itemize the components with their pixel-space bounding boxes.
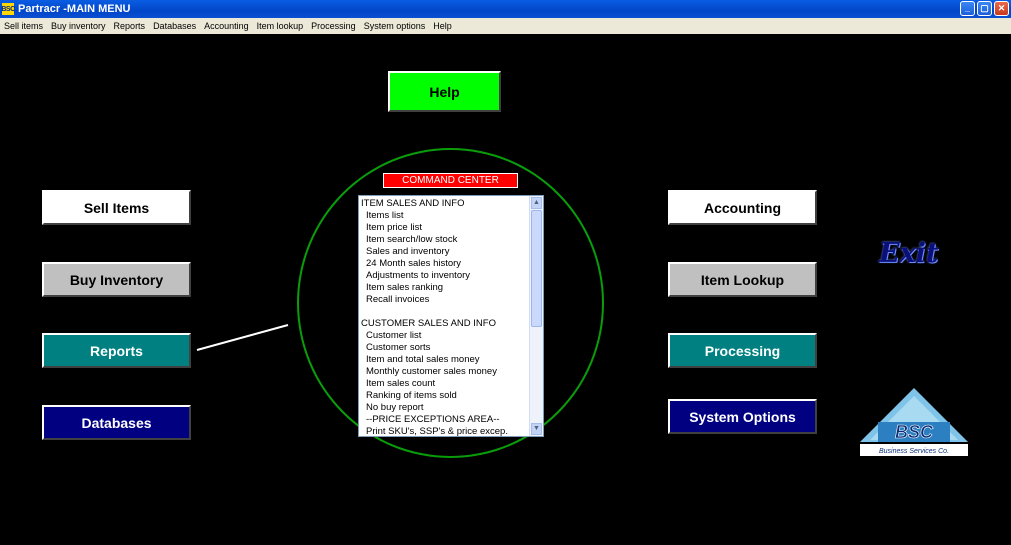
list-item[interactable]: Item and total sales money bbox=[361, 354, 527, 366]
scroll-down-arrow-icon[interactable]: ▼ bbox=[531, 423, 542, 435]
command-center-label: COMMAND CENTER bbox=[383, 173, 518, 188]
scroll-thumb[interactable] bbox=[531, 210, 542, 327]
logo-text: BSC bbox=[895, 422, 934, 442]
list-item[interactable]: Recall invoices bbox=[361, 294, 527, 306]
list-item[interactable]: No buy report bbox=[361, 402, 527, 414]
command-center-list[interactable]: ITEM SALES AND INFO Items list Item price … bbox=[358, 195, 544, 437]
list-item[interactable]: Adjustments to inventory bbox=[361, 270, 527, 282]
bsc-logo: BSC Business Services Co. bbox=[860, 388, 968, 456]
list-item[interactable]: CUSTOMER SALES AND INFO bbox=[361, 318, 527, 330]
list-item[interactable]: Ranking of items sold bbox=[361, 390, 527, 402]
list-item[interactable]: Item sales ranking bbox=[361, 282, 527, 294]
list-item[interactable]: Items list bbox=[361, 210, 527, 222]
list-item[interactable] bbox=[361, 306, 527, 318]
list-scrollbar[interactable]: ▲ ▼ bbox=[529, 196, 543, 436]
scroll-up-arrow-icon[interactable]: ▲ bbox=[531, 197, 542, 209]
list-item[interactable]: Item search/low stock bbox=[361, 234, 527, 246]
list-item[interactable]: Customer sorts bbox=[361, 342, 527, 354]
list-item[interactable]: Monthly customer sales money bbox=[361, 366, 527, 378]
list-item[interactable]: Sales and inventory bbox=[361, 246, 527, 258]
exit-button[interactable]: Exit bbox=[879, 238, 938, 269]
list-item[interactable]: Customer list bbox=[361, 330, 527, 342]
list-item[interactable]: ITEM SALES AND INFO bbox=[361, 198, 527, 210]
logo-tagline: Business Services Co. bbox=[879, 448, 949, 455]
list-item[interactable]: --PRICE EXCEPTIONS AREA-- bbox=[361, 414, 527, 426]
command-center-items: ITEM SALES AND INFO Items list Item price … bbox=[361, 198, 527, 436]
list-item[interactable]: Item sales count bbox=[361, 378, 527, 390]
list-item[interactable]: Item price list bbox=[361, 222, 527, 234]
list-item[interactable]: 24 Month sales history bbox=[361, 258, 527, 270]
list-item[interactable]: Print SKU's, SSP's & price excep. bbox=[361, 426, 527, 436]
